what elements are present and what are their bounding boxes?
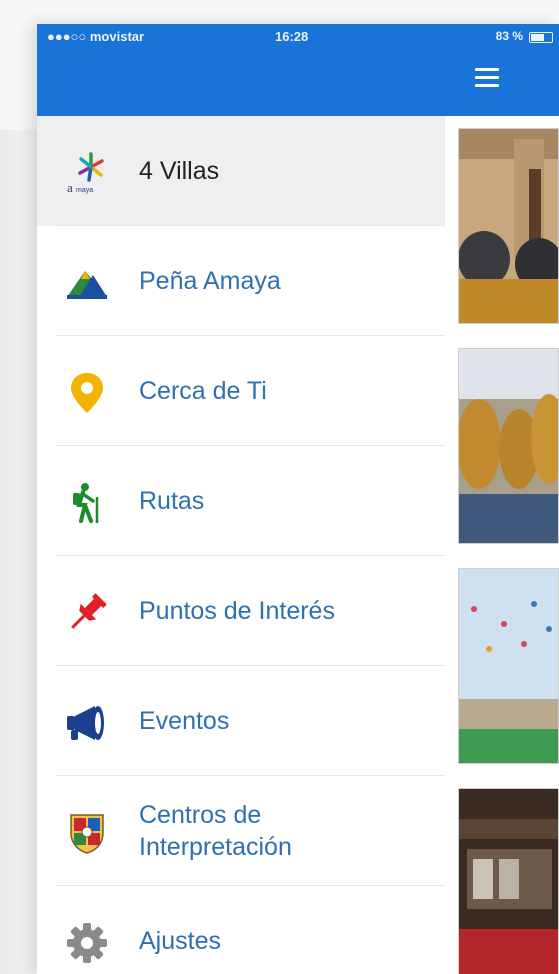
menu-item-label: Eventos bbox=[139, 706, 230, 735]
menu-item-label: 4 Villas bbox=[139, 156, 220, 185]
photo-tile[interactable] bbox=[458, 128, 559, 324]
clock: 16:28 bbox=[275, 29, 309, 44]
content-panel bbox=[455, 116, 559, 974]
menu-item-4-villas[interactable]: a maya 4 Villas bbox=[37, 116, 445, 226]
megaphone-icon bbox=[65, 701, 109, 745]
menu-item-label: Ajustes bbox=[139, 926, 221, 955]
menu-item-pena-amaya[interactable]: Peña Amaya bbox=[37, 226, 445, 336]
carrier-label: ●●●○○ movistar bbox=[47, 29, 145, 44]
menu-item-label: Centros de Interpretación bbox=[139, 776, 292, 886]
menu-item-rutas[interactable]: Rutas bbox=[37, 446, 445, 556]
menu-item-label-line: Interpretación bbox=[139, 833, 292, 861]
side-menu: a maya 4 Villas Peña Amaya Cerca de Ti R… bbox=[37, 116, 445, 974]
hiker-icon bbox=[65, 481, 109, 525]
menu-item-label: Cerca de Ti bbox=[139, 376, 267, 405]
pushpin-icon bbox=[65, 591, 109, 635]
background-page bbox=[0, 130, 40, 974]
status-bar: ●●●○○ movistar 16:28 83 % bbox=[37, 24, 559, 50]
menu-item-label-line: Centros de bbox=[139, 801, 262, 829]
menu-item-puntos-de-interes[interactable]: Puntos de Interés bbox=[37, 556, 445, 666]
svg-text:maya: maya bbox=[76, 187, 93, 194]
menu-item-ajustes[interactable]: Ajustes bbox=[37, 886, 445, 974]
phone-screen: ●●●○○ movistar 16:28 83 % a maya 4 Villa… bbox=[37, 24, 559, 974]
menu-item-centros-de-interpretacion[interactable]: Centros de Interpretación bbox=[37, 776, 445, 886]
svg-text:a: a bbox=[67, 180, 73, 195]
amaya-logo-icon: a maya bbox=[65, 151, 109, 195]
mountain-icon bbox=[65, 261, 109, 305]
coat-of-arms-icon bbox=[65, 811, 109, 855]
menu-item-eventos[interactable]: Eventos bbox=[37, 666, 445, 776]
menu-item-label: Peña Amaya bbox=[139, 266, 281, 295]
photo-tile[interactable] bbox=[458, 568, 559, 764]
hamburger-menu-icon[interactable] bbox=[475, 68, 499, 88]
menu-item-label: Rutas bbox=[139, 486, 205, 515]
battery-icon bbox=[529, 32, 553, 43]
photo-tile[interactable] bbox=[458, 788, 559, 974]
battery-percent: 83 % bbox=[495, 29, 523, 43]
app-header: ●●●○○ movistar 16:28 83 % bbox=[37, 24, 559, 116]
location-pin-icon bbox=[65, 371, 109, 415]
gear-icon bbox=[65, 921, 109, 965]
menu-item-cerca-de-ti[interactable]: Cerca de Ti bbox=[37, 336, 445, 446]
menu-item-label: Puntos de Interés bbox=[139, 596, 335, 625]
photo-tile[interactable] bbox=[458, 348, 559, 544]
